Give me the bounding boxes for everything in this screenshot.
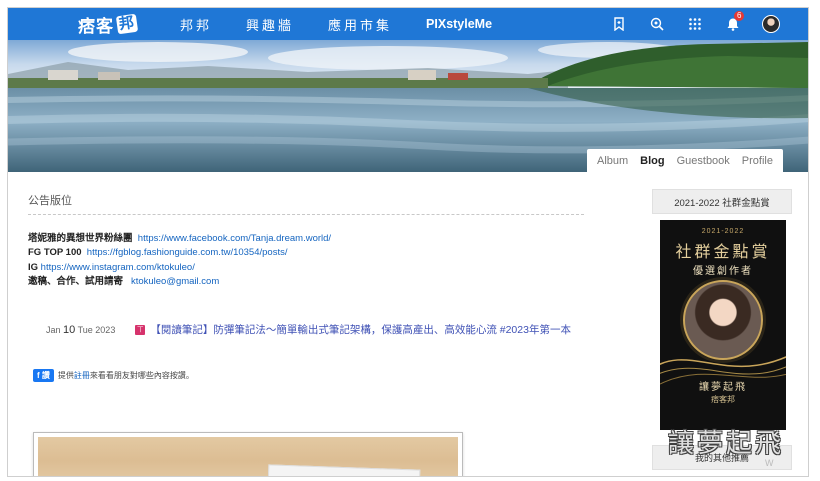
notice-label: 塔妮雅的異想世界粉絲團 bbox=[28, 233, 133, 244]
notice-label: FG TOP 100 bbox=[28, 247, 82, 259]
facebook-like-button[interactable]: f 讚 bbox=[33, 369, 54, 382]
logo-text: 痞客 bbox=[78, 16, 114, 36]
notification-badge: 6 bbox=[734, 11, 745, 21]
post-date: Jan 10 Tue 2023 bbox=[46, 324, 115, 336]
notice-line: FG TOP 100 https://fgblog.fashionguide.c… bbox=[28, 246, 584, 260]
facebook-like-row: f 讚 提供 註冊 來看看朋友對哪些內容按讚。 bbox=[33, 369, 194, 382]
post-cover-image[interactable] bbox=[33, 432, 463, 476]
main-nav: 邦邦 興趣牆 應用市集 PIXstyleMe bbox=[180, 8, 526, 40]
award-site: 痞客邦 bbox=[711, 395, 735, 404]
notice-title: 公告版位 bbox=[28, 192, 584, 215]
pin-icon: ⊤ bbox=[135, 324, 146, 335]
nav-pixstyleme[interactable]: PIXstyleMe bbox=[426, 17, 492, 31]
tab-album[interactable]: Album bbox=[597, 155, 628, 167]
post-header: Jan 10 Tue 2023 ⊤ 【閱讀筆記】防彈筆記法～簡單輸出式筆記架構，… bbox=[46, 322, 606, 337]
apps-grid-icon[interactable] bbox=[676, 8, 714, 40]
tab-guestbook[interactable]: Guestbook bbox=[677, 155, 730, 167]
post-date-month: Jan bbox=[46, 324, 61, 335]
blog-tabs: Album Blog Guestbook Profile bbox=[587, 149, 783, 173]
fb-register-link[interactable]: 註冊 bbox=[74, 370, 90, 381]
notice-label: 邀稿、合作、試用請寄 bbox=[28, 275, 124, 287]
award-year: 2021-2022 bbox=[701, 228, 745, 235]
creator-portrait bbox=[683, 280, 763, 360]
post-date-day: 10 bbox=[63, 323, 76, 336]
instagram-link[interactable]: https://www.instagram.com/ktokuleo/ bbox=[41, 262, 195, 273]
watermark-text: 讓夢起飛 bbox=[668, 429, 785, 459]
bell-icon[interactable]: 6 bbox=[714, 8, 752, 40]
tab-profile[interactable]: Profile bbox=[742, 155, 773, 167]
notice-label: IG bbox=[28, 261, 39, 273]
browser-page: 痞客 邦 邦邦 興趣牆 應用市集 PIXstyleMe 6 Album Blog… bbox=[7, 7, 809, 477]
nav-bangbang[interactable]: 邦邦 bbox=[180, 15, 212, 34]
post-title-link[interactable]: 【閱讀筆記】防彈筆記法～簡單輸出式筆記架構，保護高產出、高效能心流 #2023年… bbox=[150, 322, 571, 337]
fb-text-before: 提供 bbox=[57, 371, 74, 380]
nav-app-market[interactable]: 應用市集 bbox=[328, 15, 392, 34]
notice-line: 邀稿、合作、試用請寄 ktokuleo@gmail.com bbox=[28, 275, 584, 289]
nav-interest-wall[interactable]: 興趣牆 bbox=[246, 15, 294, 34]
watermark-sub: W bbox=[765, 458, 774, 468]
fgblog-link[interactable]: https://fgblog.fashionguide.com.tw/10354… bbox=[87, 247, 288, 258]
top-navbar: 痞客 邦 邦邦 興趣牆 應用市集 PIXstyleMe 6 bbox=[8, 8, 808, 40]
award-creator-name: 讓夢起飛 bbox=[699, 382, 747, 393]
avatar[interactable] bbox=[752, 8, 790, 40]
award-title: 社群金點賞 bbox=[675, 242, 771, 261]
tab-blog[interactable]: Blog bbox=[640, 155, 664, 167]
sidebar-award-title: 2021-2022 社群金點賞 bbox=[652, 189, 792, 214]
award-subtitle: 優選創作者 bbox=[693, 266, 753, 277]
logo-badge: 邦 bbox=[115, 13, 139, 35]
facebook-link[interactable]: https://www.facebook.com/Tanja.dream.wor… bbox=[138, 233, 331, 244]
main-content: 公告版位 塔妮雅的異想世界粉絲團 https://www.facebook.co… bbox=[28, 192, 584, 476]
notice-line: IG https://www.instagram.com/ktokuleo/ bbox=[28, 261, 584, 275]
avatar-image bbox=[762, 15, 780, 33]
pixnet-logo[interactable]: 痞客 邦 bbox=[78, 13, 139, 36]
notice-line: 塔妮雅的異想世界粉絲團 https://www.facebook.com/Tan… bbox=[28, 232, 584, 246]
notice-board: 塔妮雅的異想世界粉絲團 https://www.facebook.com/Tan… bbox=[28, 232, 584, 289]
explore-icon[interactable] bbox=[638, 8, 676, 40]
fb-text-after: 來看看朋友對哪些內容按讚。 bbox=[89, 371, 194, 380]
post-date-rest: Tue 2023 bbox=[77, 324, 116, 335]
award-badge-image[interactable]: 2021-2022 社群金點賞 優選創作者 讓夢起飛 痞客邦 bbox=[660, 220, 786, 430]
facebook-like-label: 讚 bbox=[41, 371, 50, 380]
cover-photo bbox=[38, 437, 458, 476]
email-link[interactable]: ktokuleo@gmail.com bbox=[131, 276, 219, 287]
topbar-icons: 6 bbox=[600, 8, 808, 40]
bookmark-icon[interactable] bbox=[600, 8, 638, 40]
